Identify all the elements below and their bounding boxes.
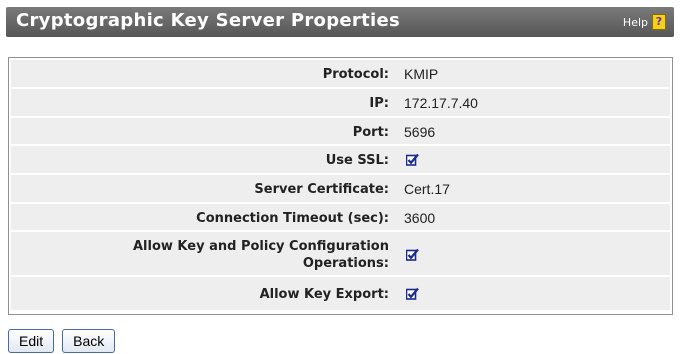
property-value: 3600 (404, 210, 436, 226)
edit-button[interactable]: Edit (8, 329, 55, 353)
properties-panel: Protocol: KMIP IP: 172.17.7.40 Port: 569… (8, 57, 673, 315)
property-row-allow-key-policy-config: Allow Key and Policy Configuration Operat… (11, 232, 670, 277)
property-value: 5696 (404, 124, 436, 140)
property-label: Allow Key and Policy Configuration Operat… (132, 239, 389, 271)
action-buttons: Edit Back (8, 329, 116, 353)
property-row-connection-timeout: Connection Timeout (sec): 3600 (11, 204, 670, 232)
property-label: Use SSL: (325, 153, 389, 168)
property-value: 172.17.7.40 (404, 95, 478, 111)
property-value: Cert.17 (404, 181, 450, 197)
property-row-server-certificate: Server Certificate: Cert.17 (11, 175, 670, 204)
property-row-port: Port: 5696 (11, 118, 670, 146)
title-bar: Cryptographic Key Server Properties Help… (6, 7, 674, 37)
property-row-protocol: Protocol: KMIP (11, 60, 670, 89)
checkbox-checked-icon (406, 248, 419, 261)
checkbox-checked-icon (406, 153, 419, 166)
property-row-use-ssl: Use SSL: (11, 146, 670, 175)
back-button[interactable]: Back (62, 329, 116, 353)
property-label: Server Certificate: (254, 182, 389, 197)
checkbox-checked-icon (406, 287, 419, 300)
help-label: Help (622, 15, 648, 29)
property-row-allow-key-export: Allow Key Export: (11, 277, 670, 312)
property-value: KMIP (404, 66, 439, 82)
property-label: Protocol: (322, 67, 389, 82)
property-label: IP: (369, 96, 389, 111)
property-label: Port: (352, 125, 389, 140)
property-label: Allow Key Export: (259, 287, 389, 302)
property-row-ip: IP: 172.17.7.40 (11, 89, 670, 118)
page-title: Cryptographic Key Server Properties (16, 10, 400, 31)
help-link[interactable]: Help ? (623, 14, 666, 30)
help-question-icon: ? (652, 14, 666, 30)
property-label: Connection Timeout (sec): (196, 211, 389, 226)
